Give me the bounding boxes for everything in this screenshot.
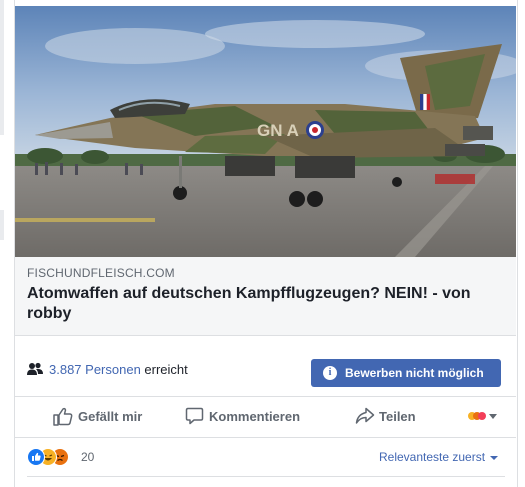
boost-button-label: Bewerben nicht möglich: [345, 366, 484, 380]
boost-unavailable-button[interactable]: i Bewerben nicht möglich: [311, 359, 501, 387]
page-background-strip: [0, 210, 4, 240]
share-button[interactable]: Teilen: [355, 397, 445, 437]
info-icon: i: [323, 366, 337, 380]
chevron-down-icon: [490, 455, 499, 460]
like-icon: [53, 407, 73, 426]
link-domain: FISCHUNDFLEISCH.COM: [27, 266, 175, 280]
comment-sort-dropdown[interactable]: Relevanteste zuerst: [379, 450, 499, 464]
divider: [27, 476, 505, 477]
link-preview-image[interactable]: GN A: [15, 6, 516, 257]
like-label: Gefällt mir: [78, 409, 143, 424]
like-reaction-icon: [27, 448, 45, 466]
link-title[interactable]: Atomwaffen auf deutschen Kampfflugzeugen…: [27, 284, 497, 324]
reach-row: 3.887 Personen erreicht i Bewerben nicht…: [15, 336, 516, 397]
reach-text: 3.887 Personen erreicht: [49, 362, 188, 377]
share-icon: [355, 407, 375, 424]
reactions-row: 20 Relevanteste zuerst: [15, 438, 516, 476]
comment-button[interactable]: Kommentieren: [185, 397, 325, 437]
reaction-count[interactable]: 20: [81, 450, 94, 464]
reaction-icons[interactable]: [27, 448, 75, 466]
sort-label: Relevanteste zuerst: [379, 450, 486, 464]
reach-count[interactable]: 3.887 Personen: [49, 362, 141, 377]
reach-suffix: erreicht: [140, 362, 188, 377]
post-card: GN A FISCHUNDFLEISCH.COM Atomwaffen auf …: [14, 0, 518, 487]
link-preview-text[interactable]: FISCHUNDFLEISCH.COM Atomwaffen auf deuts…: [15, 257, 516, 336]
page-background-strip: [0, 0, 4, 135]
action-bar: Gefällt mir Kommentieren Teilen: [15, 397, 516, 438]
like-button[interactable]: Gefällt mir: [53, 397, 173, 437]
reaction-picker-button[interactable]: [467, 397, 501, 437]
people-icon: [27, 362, 43, 375]
comment-icon: [185, 407, 204, 425]
jet-photo: GN A: [15, 6, 516, 257]
comment-label: Kommentieren: [209, 409, 301, 424]
aircraft-marking: GN A: [257, 121, 299, 140]
reaction-picker-icon: [468, 412, 497, 420]
share-label: Teilen: [379, 409, 416, 424]
